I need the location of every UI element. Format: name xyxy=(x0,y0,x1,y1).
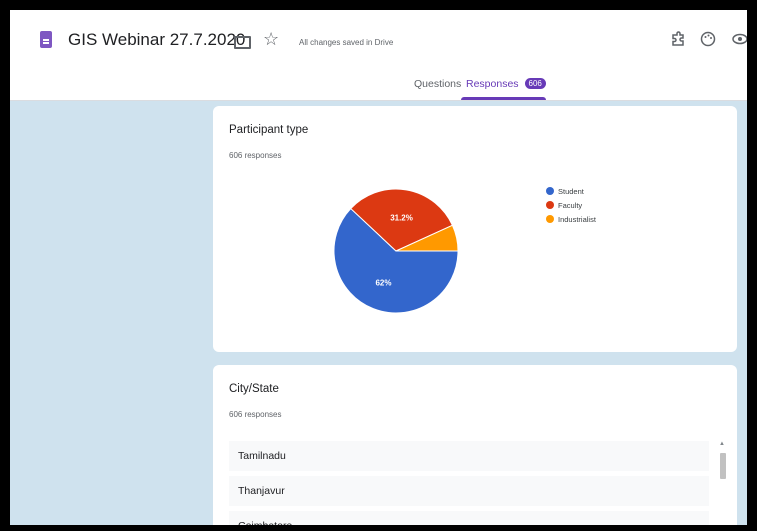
list-scrollbar[interactable]: ▲ xyxy=(718,441,728,525)
responses-area: Participant type 606 responses 62% 31.2% … xyxy=(10,101,747,525)
header-bar: GIS Webinar 27.7.2020 ☆ All changes save… xyxy=(10,10,747,101)
scroll-thumb[interactable] xyxy=(720,453,726,479)
pie-slice-label: 31.2% xyxy=(390,213,413,222)
city-state-card: City/State 606 responses Tamilnadu Thanj… xyxy=(213,365,737,525)
legend-item-industrialist: Industrialist xyxy=(546,214,596,226)
window: GIS Webinar 27.7.2020 ☆ All changes save… xyxy=(10,10,747,525)
responses-count-badge: 606 xyxy=(524,78,546,89)
legend-swatch xyxy=(546,215,554,223)
form-title[interactable]: GIS Webinar 27.7.2020 xyxy=(68,30,245,50)
legend-label: Student xyxy=(558,187,584,196)
list-item: Tamilnadu xyxy=(229,441,709,471)
legend-item-student: Student xyxy=(546,186,584,198)
legend-swatch xyxy=(546,201,554,209)
star-icon[interactable]: ☆ xyxy=(263,28,279,50)
list-item: Coimbatore xyxy=(229,511,709,525)
pie-chart: 62% 31.2% xyxy=(333,188,459,314)
legend-swatch xyxy=(546,187,554,195)
legend-label: Faculty xyxy=(558,201,583,210)
tab-responses[interactable]: Responses 606 xyxy=(466,78,546,90)
save-status: All changes saved in Drive xyxy=(299,38,394,47)
tab-responses-label: Responses xyxy=(466,78,519,90)
pie-slice-label: 62% xyxy=(375,279,391,288)
participant-type-card: Participant type 606 responses 62% 31.2% … xyxy=(213,106,737,352)
addon-icon[interactable] xyxy=(670,31,686,47)
tab-questions[interactable]: Questions xyxy=(414,78,461,90)
preview-icon[interactable] xyxy=(732,31,747,47)
legend-label: Industrialist xyxy=(558,215,596,224)
response-count: 606 responses xyxy=(229,410,282,419)
question-title: City/State xyxy=(229,383,279,395)
list-item: Thanjavur xyxy=(229,476,709,506)
form-icon[interactable] xyxy=(40,31,52,48)
palette-icon[interactable] xyxy=(700,31,716,47)
scroll-up-icon[interactable]: ▲ xyxy=(719,441,725,447)
folder-icon[interactable] xyxy=(234,36,251,49)
legend-item-faculty: Faculty xyxy=(546,200,582,212)
active-tab-indicator xyxy=(461,97,546,100)
